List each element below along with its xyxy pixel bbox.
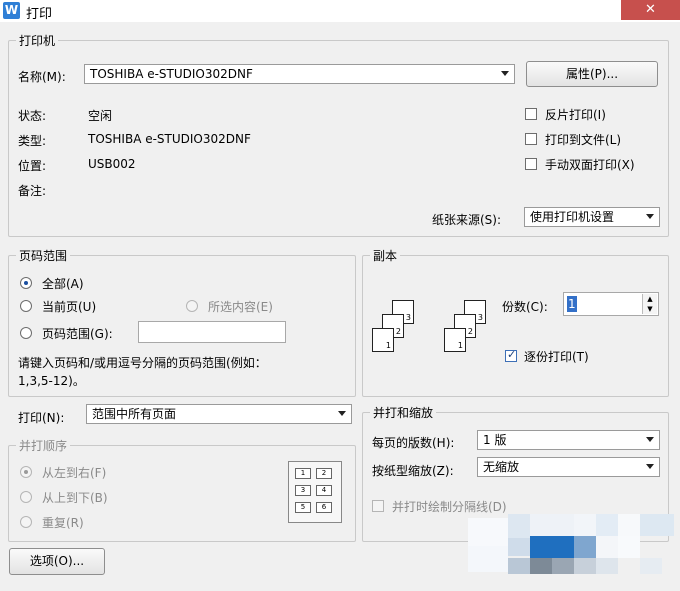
close-button[interactable]: ✕ — [621, 0, 680, 20]
collate-label[interactable]: 逐份打印(T) — [524, 348, 589, 365]
page-range-group-title: 页码范围 — [16, 247, 71, 264]
printer-name-label: 名称(M): — [18, 70, 66, 84]
grid-cell: 2 — [316, 468, 332, 479]
grid-cell: 3 — [295, 485, 311, 496]
scale-label: 按纸型缩放(Z): — [372, 464, 454, 478]
order-left-right-label: 从左到右(F) — [42, 466, 107, 480]
pages-per-sheet-select[interactable]: 1 版 — [477, 430, 660, 450]
order-repeat-label: 重复(R) — [42, 516, 84, 530]
copies-group-title: 副本 — [370, 247, 401, 264]
spin-down-icon[interactable]: ▼ — [642, 304, 657, 314]
printer-name-value: TOSHIBA e-STUDIO302DNF — [90, 67, 253, 81]
range-selection-label: 所选内容(E) — [208, 300, 273, 314]
paper-source-value: 使用打印机设置 — [530, 210, 615, 224]
reverse-print-label[interactable]: 反片打印(I) — [545, 106, 606, 123]
range-current-label[interactable]: 当前页(U) — [42, 298, 96, 315]
wps-app-icon: W — [3, 2, 20, 19]
reverse-print-checkbox[interactable] — [525, 108, 537, 120]
paper-source-select[interactable]: 使用打印机设置 — [524, 207, 660, 227]
print-to-file-label[interactable]: 打印到文件(L) — [545, 131, 621, 148]
print-what-select[interactable]: 范围中所有页面 — [86, 404, 352, 424]
status-label: 状态: — [18, 109, 47, 123]
print-what-label: 打印(N): — [18, 411, 65, 425]
page-range-hint-2: 1,3,5-12)。 — [18, 374, 85, 388]
zoom-group-title: 并打和缩放 — [370, 404, 437, 421]
page-sheet: 1 — [444, 328, 466, 352]
order-repeat-radio — [20, 516, 32, 528]
chevron-down-icon — [501, 71, 509, 76]
order-left-right-radio — [20, 466, 32, 478]
spin-up-icon[interactable]: ▲ — [642, 294, 657, 304]
range-all-label[interactable]: 全部(A) — [42, 275, 84, 292]
chevron-down-icon — [646, 437, 654, 442]
order-group-title: 并打顺序 — [16, 437, 71, 454]
status-value: 空闲 — [88, 109, 113, 123]
chevron-down-icon — [338, 411, 346, 416]
window-title: 打印 — [26, 7, 53, 22]
grid-cell: 4 — [316, 485, 332, 496]
copies-count-label: 份数(C): — [502, 300, 548, 314]
chevron-down-icon — [646, 464, 654, 469]
layout-grid-icon: 1 2 3 4 5 6 — [288, 461, 342, 523]
page-range-hint-1: 请键入页码和/或用逗号分隔的页码范围(例如： — [18, 356, 267, 370]
range-selection-radio — [186, 300, 198, 312]
printer-group-title: 打印机 — [16, 32, 59, 49]
page-stack-icon-uncollated: 3 2 1 — [372, 300, 422, 360]
collate-checkbox[interactable] — [505, 348, 517, 362]
print-what-value: 范围中所有页面 — [92, 407, 177, 421]
manual-duplex-label[interactable]: 手动双面打印(X) — [545, 156, 635, 173]
range-all-radio[interactable] — [20, 277, 32, 289]
pages-per-sheet-label: 每页的版数(H): — [372, 436, 455, 450]
scale-value: 无缩放 — [483, 460, 520, 474]
range-current-radio[interactable] — [20, 300, 32, 312]
grid-cell: 6 — [316, 502, 332, 513]
title-bar — [0, 0, 680, 22]
printer-name-select[interactable]: TOSHIBA e-STUDIO302DNF — [84, 64, 515, 84]
scale-select[interactable]: 无缩放 — [477, 457, 660, 477]
page-range-input[interactable] — [138, 321, 286, 343]
comment-label: 备注: — [18, 184, 47, 198]
copies-count-value: 1 — [567, 296, 577, 312]
options-button[interactable]: 选项(O)... — [9, 548, 105, 575]
order-top-bottom-label: 从上到下(B) — [42, 491, 108, 505]
range-pages-radio[interactable] — [20, 327, 32, 339]
grid-cell: 5 — [295, 502, 311, 513]
grid-cell: 1 — [295, 468, 311, 479]
print-to-file-checkbox[interactable] — [525, 133, 537, 145]
pages-per-sheet-value: 1 版 — [483, 433, 507, 447]
page-sheet: 1 — [372, 328, 394, 352]
type-label: 类型: — [18, 134, 47, 148]
location-value: USB002 — [88, 157, 136, 171]
properties-button[interactable]: 属性(P)... — [526, 61, 658, 87]
copies-count-input[interactable]: 1 ▲ ▼ — [563, 292, 659, 316]
draw-borders-label: 并打时绘制分隔线(D) — [392, 500, 507, 514]
range-pages-label[interactable]: 页码范围(G): — [42, 325, 113, 342]
pixelated-overlay — [468, 514, 680, 591]
page-stack-icon-collated: 3 2 1 — [444, 300, 494, 360]
chevron-down-icon — [646, 214, 654, 219]
order-top-bottom-radio — [20, 491, 32, 503]
paper-source-label: 纸张来源(S): — [432, 213, 502, 227]
location-label: 位置: — [18, 159, 47, 173]
manual-duplex-checkbox[interactable] — [525, 158, 537, 170]
draw-borders-checkbox — [372, 500, 384, 512]
type-value: TOSHIBA e-STUDIO302DNF — [88, 132, 251, 146]
